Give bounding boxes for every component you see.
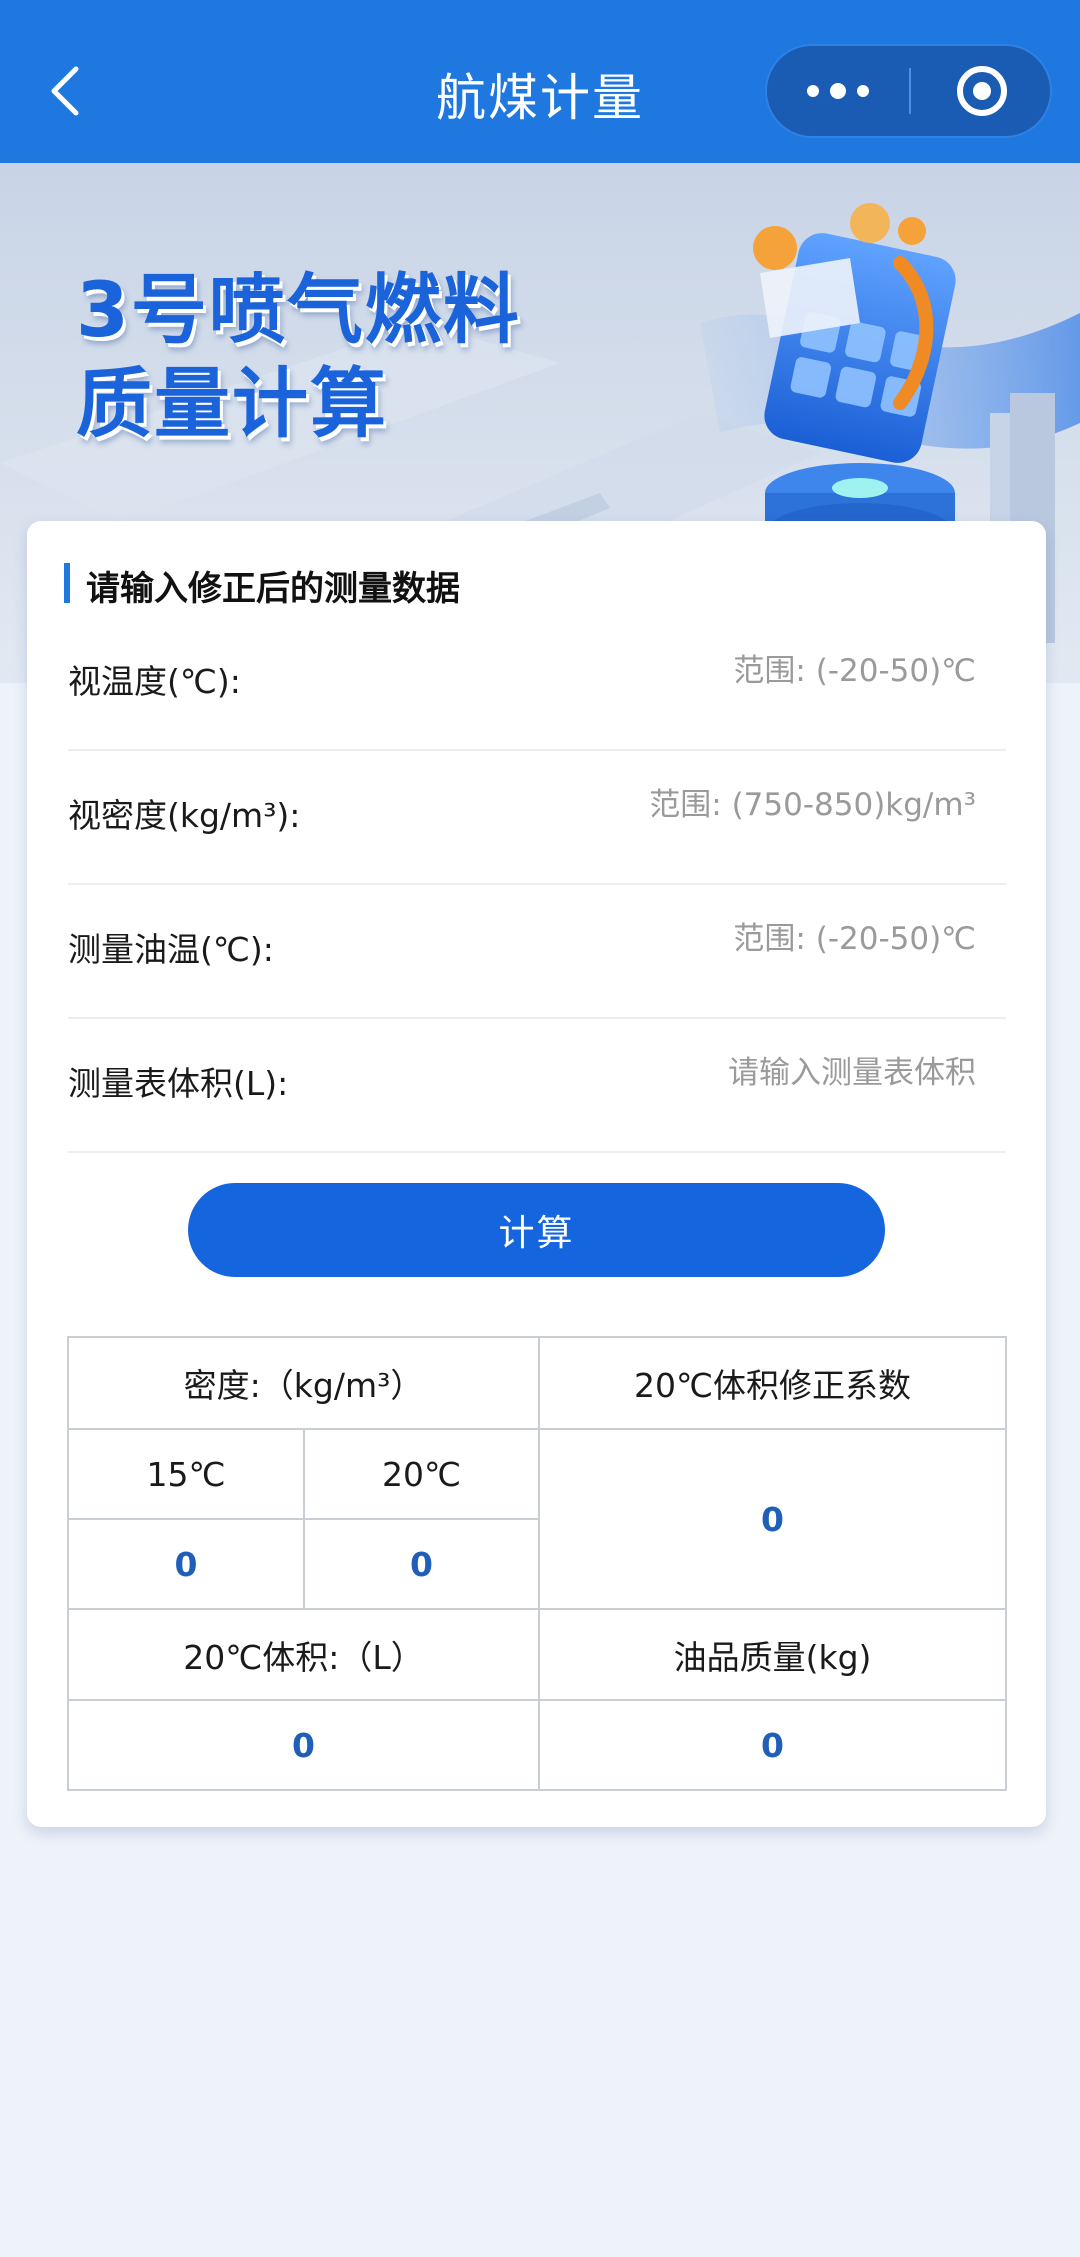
more-dots-icon: [807, 83, 869, 99]
vcf-value: 0: [761, 1499, 784, 1539]
density-header: 密度:（kg/m³）: [183, 1366, 424, 1405]
apparent-density-input[interactable]: [496, 777, 976, 833]
oil-temperature-input[interactable]: [496, 911, 976, 967]
form-row-meter-volume: 测量表体积(L):: [68, 1017, 1006, 1153]
more-button[interactable]: [767, 46, 907, 136]
apparent-temperature-input[interactable]: [496, 643, 976, 699]
close-mini-program-button[interactable]: [913, 46, 1051, 136]
density-15-value: 0: [174, 1544, 198, 1584]
form-row-oil-temperature: 测量油温(℃):: [68, 883, 1006, 1019]
apparent-density-label: 视密度(kg/m³):: [68, 796, 301, 835]
apparent-temperature-label: 视温度(℃):: [68, 662, 241, 701]
section-title: 请输入修正后的测量数据: [86, 569, 460, 609]
mini-program-capsule: [765, 44, 1052, 138]
density-20-value: 0: [410, 1544, 433, 1584]
density-20-label: 20℃: [381, 1454, 462, 1494]
oil-mass-header: 油品质量(kg): [673, 1637, 872, 1677]
density-15-label: 15℃: [146, 1454, 226, 1494]
meter-volume-input[interactable]: [496, 1045, 976, 1101]
oil-temperature-label: 测量油温(℃):: [68, 930, 274, 969]
target-circle-icon: [957, 66, 1007, 116]
volume-20-value: 0: [292, 1725, 315, 1765]
oil-mass-value: 0: [761, 1725, 784, 1765]
form-row-apparent-density: 视密度(kg/m³):: [68, 749, 1006, 885]
banner-title: 3号喷气燃料 质量计算: [76, 265, 521, 448]
vcf-header: 20℃体积修正系数: [633, 1366, 912, 1405]
capsule-divider: [909, 68, 911, 114]
section-accent-bar: [64, 563, 70, 603]
volume-20-header: 20℃体积:（L）: [183, 1637, 424, 1677]
calculate-button[interactable]: 计算: [188, 1183, 885, 1277]
nav-bar: 航煤计量: [0, 0, 1080, 163]
meter-volume-label: 测量表体积(L):: [68, 1064, 289, 1103]
result-table: 密度:（kg/m³） 20℃体积修正系数 15℃ 20℃ 0 0 0 20℃体积…: [67, 1336, 1007, 1791]
form-row-apparent-temperature: 视温度(℃):: [68, 615, 1006, 751]
calculation-card: 请输入修正后的测量数据 视温度(℃): 视密度(kg/m³): 测量油温(℃):…: [27, 521, 1046, 1827]
